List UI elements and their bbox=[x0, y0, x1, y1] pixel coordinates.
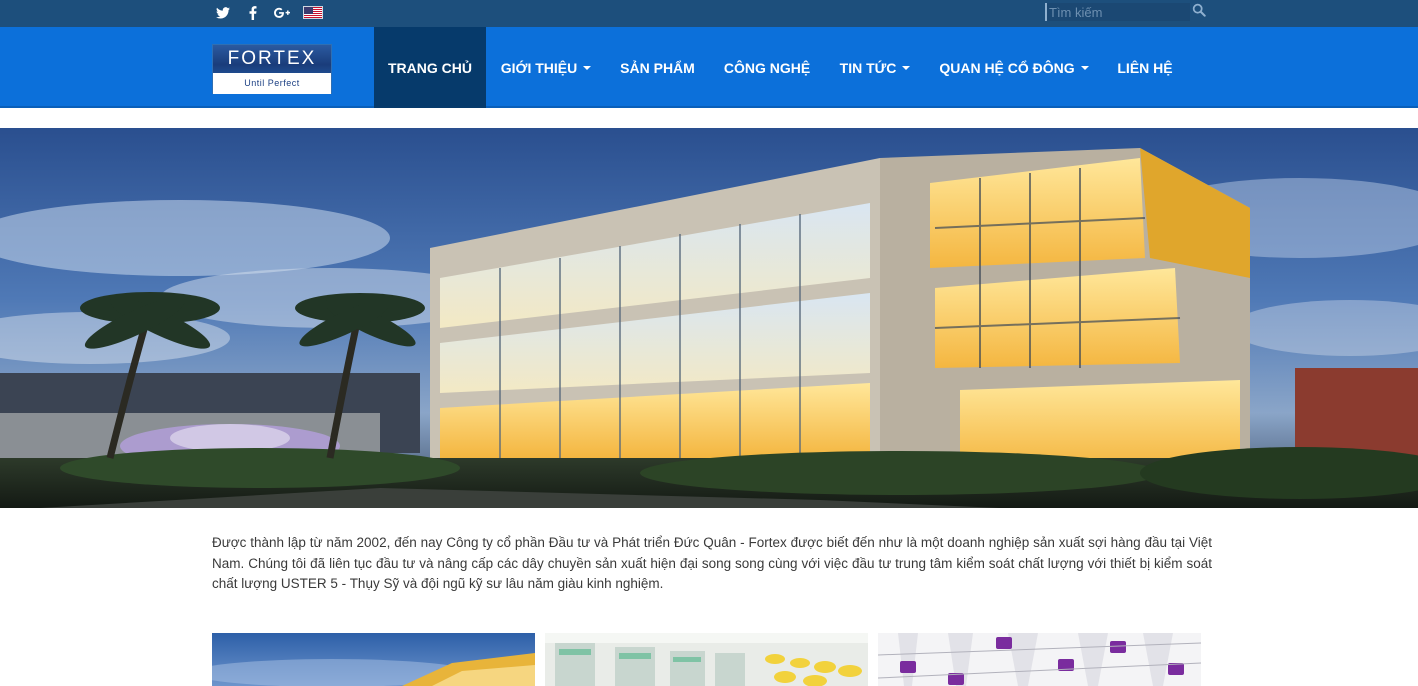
nav-item-cong-nghe[interactable]: CÔNG NGHỆ bbox=[709, 27, 825, 108]
nav-label: LIÊN HỆ bbox=[1117, 59, 1173, 76]
nav-item-quan-he-co-dong[interactable]: QUAN HỆ CỔ ĐÔNG bbox=[925, 27, 1103, 108]
twitter-icon[interactable] bbox=[213, 3, 233, 23]
nav-label: SẢN PHẨM bbox=[620, 59, 695, 76]
nav-item-tin-tuc[interactable]: TIN TỨC bbox=[825, 27, 925, 108]
facebook-icon[interactable] bbox=[243, 3, 263, 23]
logo-tagline: Until Perfect bbox=[213, 73, 331, 94]
caret-down-icon bbox=[583, 65, 592, 70]
intro-paragraph: Được thành lập từ năm 2002, đến nay Công… bbox=[212, 535, 1212, 591]
nav-item-san-pham[interactable]: SẢN PHẨM bbox=[606, 27, 709, 108]
us-flag-icon[interactable] bbox=[303, 6, 323, 19]
main-navbar: FORTEX Until Perfect TRANG CHỦ GIỚI THIỆ… bbox=[0, 27, 1418, 108]
nav-item-trang-chu[interactable]: TRANG CHỦ bbox=[374, 27, 486, 108]
caret-down-icon bbox=[902, 65, 911, 70]
nav-label: TRANG CHỦ bbox=[388, 59, 472, 76]
hero-banner-image bbox=[0, 128, 1418, 508]
fortex-logo[interactable]: FORTEX Until Perfect bbox=[212, 44, 332, 94]
nav-label: TIN TỨC bbox=[839, 59, 897, 76]
logo-brand: FORTEX bbox=[213, 45, 331, 73]
search-input[interactable] bbox=[1045, 3, 1190, 21]
search-icon[interactable] bbox=[1192, 3, 1208, 19]
google-plus-icon[interactable] bbox=[272, 3, 292, 23]
thumbnail-yarn-spools-image[interactable] bbox=[878, 633, 1201, 686]
nav-label: GIỚI THIỆU bbox=[500, 59, 578, 76]
thumbnail-building-image[interactable] bbox=[212, 633, 535, 686]
nav-label: CÔNG NGHỆ bbox=[723, 59, 811, 76]
nav-item-lien-he[interactable]: LIÊN HỆ bbox=[1103, 27, 1187, 108]
caret-down-icon bbox=[1080, 65, 1089, 70]
top-bar bbox=[0, 0, 1418, 27]
nav-label: QUAN HỆ CỔ ĐÔNG bbox=[939, 59, 1075, 76]
thumbnail-machines-image[interactable] bbox=[545, 633, 868, 686]
nav-item-gioi-thieu[interactable]: GIỚI THIỆU bbox=[486, 27, 606, 108]
